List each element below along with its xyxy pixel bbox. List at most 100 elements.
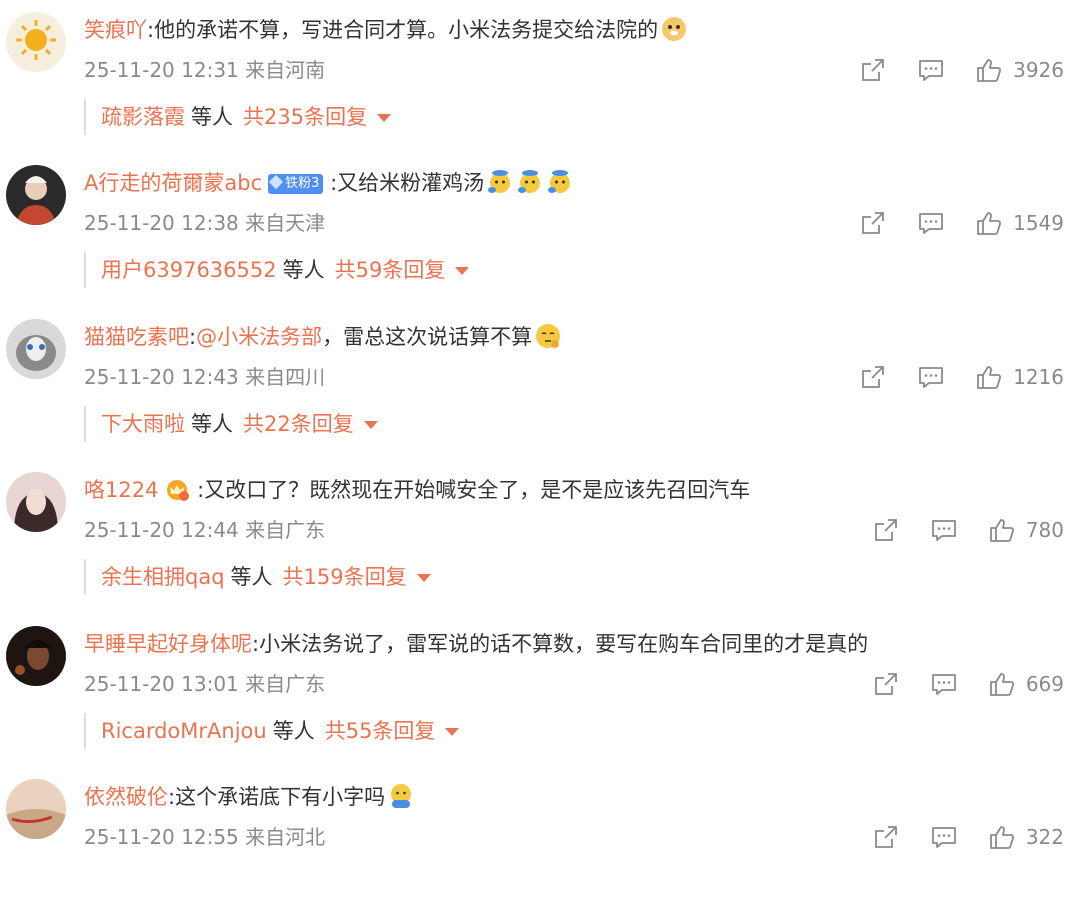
reply-summary[interactable]: RicardoMrAnjou 等人 共55条回复 <box>84 713 460 749</box>
comment-location: 来自河北 <box>245 825 326 849</box>
reply-etc-text: 等人 <box>191 105 233 129</box>
share-button[interactable] <box>859 56 887 84</box>
reply-total-link[interactable]: 共159条回复 <box>283 565 407 589</box>
comment-text: :又改口了？既然现在开始喊安全了，是不是应该先召回汽车 <box>197 478 751 502</box>
share-button[interactable] <box>859 209 887 237</box>
caret-down-icon <box>445 728 460 736</box>
comment-meta: 25-11-20 12:43 来自四川 <box>84 359 325 395</box>
comment-icon <box>931 674 956 695</box>
comment-actions: 3926 <box>829 52 1064 88</box>
fan-level-label: 铁粉3 <box>285 176 320 191</box>
username-link[interactable]: 依然破伦 <box>84 785 168 809</box>
reply-summary[interactable]: 用户6397636552 等人 共59条回复 <box>84 252 470 288</box>
avatar[interactable] <box>6 12 66 72</box>
avatar[interactable] <box>6 626 66 686</box>
reply-user-link[interactable]: 用户6397636552 <box>101 258 277 282</box>
username-link[interactable]: 咯1224 <box>84 478 158 502</box>
comment-text-line: 笑痕吖:他的承诺不算，写进合同才算。小米法务提交给法院的 <box>84 10 688 50</box>
comment-actions: 1549 <box>829 205 1064 241</box>
reply-button[interactable] <box>930 823 958 851</box>
comment-text: :他的承诺不算，写进合同才算。小米法务提交给法院的 <box>147 18 659 42</box>
comment-time: 25-11-20 13:01 <box>84 672 239 696</box>
comment-meta: 25-11-20 12:55 来自河北 <box>84 819 325 855</box>
pat-emoji-icon <box>486 168 514 196</box>
reply-total-link[interactable]: 共59条回复 <box>335 258 446 282</box>
username-link[interactable]: 猫猫吃素吧 <box>84 325 189 349</box>
reply-user-link[interactable]: 疏影落霞 <box>101 105 185 129</box>
reply-etc-text: 等人 <box>191 412 233 436</box>
comment-icon <box>931 520 956 541</box>
hug-emoji-icon <box>387 782 415 810</box>
comment-actions: 1216 <box>829 359 1064 395</box>
comment-meta: 25-11-20 12:31 来自河南 <box>84 52 325 88</box>
thumbs-up-icon <box>977 366 1002 389</box>
mention-link[interactable]: @小米法务部 <box>196 325 322 349</box>
reply-total-link[interactable]: 共22条回复 <box>243 412 354 436</box>
comment-text: :这个承诺底下有小字吗 <box>168 785 386 809</box>
reply-button[interactable] <box>917 56 945 84</box>
like-button[interactable]: 669 <box>988 670 1064 698</box>
reply-button[interactable] <box>930 670 958 698</box>
comment-item: A行走的荷爾蒙abc 铁粉3 :又给米粉灌鸡汤 25-11-20 12:38 来自… <box>0 153 1080 306</box>
like-button[interactable]: 780 <box>988 516 1064 544</box>
like-count: 669 <box>1025 672 1064 696</box>
thumbs-up-icon <box>989 826 1014 849</box>
avatar[interactable] <box>6 319 66 379</box>
avatar[interactable] <box>6 472 66 532</box>
comment-icon <box>919 60 943 81</box>
share-icon <box>874 826 897 848</box>
reply-summary[interactable]: 余生相拥qaq 等人 共159条回复 <box>84 559 431 595</box>
member-crown-icon <box>164 475 190 501</box>
reply-summary[interactable]: 下大雨啦 等人 共22条回复 <box>84 406 378 442</box>
caret-down-icon <box>363 421 378 429</box>
comment-text: :小米法务说了，雷军说的话不算数，要写在购车合同里的才是真的 <box>252 632 869 656</box>
like-button[interactable]: 1216 <box>975 363 1064 391</box>
reply-user-link[interactable]: 余生相拥qaq <box>101 565 225 589</box>
share-icon <box>862 366 884 388</box>
comment-time: 25-11-20 12:31 <box>84 58 239 82</box>
reply-total-link[interactable]: 共235条回复 <box>243 105 367 129</box>
username-link[interactable]: 笑痕吖 <box>84 18 147 42</box>
comment-time: 25-11-20 12:38 <box>84 211 239 235</box>
comment-icon <box>931 827 956 848</box>
share-icon <box>874 673 897 695</box>
pat-emoji-icon <box>516 168 544 196</box>
avatar[interactable] <box>6 165 66 225</box>
reply-user-link[interactable]: RicardoMrAnjou <box>101 719 267 743</box>
doge-emoji-icon <box>660 15 688 43</box>
share-button[interactable] <box>872 670 900 698</box>
fan-level-badge: 铁粉3 <box>268 174 324 194</box>
comment-item: 早睡早起好身体呢:小米法务说了，雷军说的话不算数，要写在购车合同里的才是真的 2… <box>0 614 1080 767</box>
thumbs-up-icon <box>989 519 1014 542</box>
share-button[interactable] <box>872 823 900 851</box>
like-button[interactable]: 322 <box>988 823 1064 851</box>
comment-text-line: A行走的荷爾蒙abc 铁粉3 :又给米粉灌鸡汤 <box>84 163 574 203</box>
reply-button[interactable] <box>917 209 945 237</box>
comment-meta: 25-11-20 13:01 来自广东 <box>84 666 325 702</box>
comment-icon <box>919 213 943 234</box>
caret-down-icon <box>377 114 392 122</box>
reply-button[interactable] <box>930 516 958 544</box>
comment-location: 来自四川 <box>245 365 326 389</box>
like-count: 1216 <box>1013 365 1064 389</box>
like-count: 780 <box>1025 518 1064 542</box>
reply-summary[interactable]: 疏影落霞 等人 共235条回复 <box>84 99 392 135</box>
share-button[interactable] <box>872 516 900 544</box>
like-button[interactable]: 3926 <box>975 56 1064 84</box>
comment-text-line: 猫猫吃素吧:@小米法务部，雷总这次说话算不算 <box>84 317 562 357</box>
comment-meta: 25-11-20 12:44 来自广东 <box>84 512 325 548</box>
like-count: 1549 <box>1013 211 1064 235</box>
comment-actions: 780 <box>842 512 1064 548</box>
comment-text-line: 依然破伦:这个承诺底下有小字吗 <box>84 777 415 817</box>
reply-total-link[interactable]: 共55条回复 <box>325 719 436 743</box>
reply-user-link[interactable]: 下大雨啦 <box>101 412 185 436</box>
like-button[interactable]: 1549 <box>975 209 1064 237</box>
like-count: 322 <box>1025 825 1064 849</box>
share-button[interactable] <box>859 363 887 391</box>
username-link[interactable]: 早睡早起好身体呢 <box>84 632 252 656</box>
thinking-emoji-icon <box>534 322 562 350</box>
username-link[interactable]: A行走的荷爾蒙abc <box>84 171 262 195</box>
comment-location: 来自广东 <box>245 672 326 696</box>
avatar[interactable] <box>6 779 66 839</box>
reply-button[interactable] <box>917 363 945 391</box>
